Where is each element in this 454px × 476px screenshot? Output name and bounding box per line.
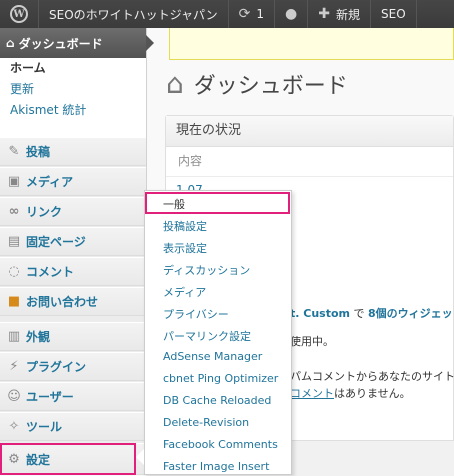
flyout-delete-revision[interactable]: Delete-Revision (163, 416, 249, 429)
menu-settings-label: 設定 (26, 452, 51, 467)
menu-dashboard[interactable]: ⌂ ダッシュボード (0, 28, 154, 58)
submenu-home[interactable]: ホーム (0, 58, 146, 79)
link-icon: ∞ (8, 204, 20, 219)
plugin-icon: ⚡ (9, 359, 19, 374)
theme-usage-text: 使用中。 (290, 335, 334, 348)
media-icon: ▣ (7, 174, 21, 189)
menu-appearance-label: 外観 (26, 330, 51, 344)
flyout-writing[interactable]: 投稿設定 (163, 218, 207, 234)
flyout-adsense-manager[interactable]: AdSense Manager (163, 350, 262, 363)
menu-plugins-label: プラグイン (26, 360, 87, 374)
menu-dashboard-label: ダッシュボード (18, 36, 103, 51)
plus-icon: ✚ (318, 6, 330, 22)
home-icon: ⌂ (6, 36, 15, 50)
menu-links-label: リンク (26, 205, 63, 219)
settings-icon: ⚙ (8, 451, 20, 467)
tools-icon: ✧ (8, 419, 20, 434)
flyout-db-cache[interactable]: DB Cache Reloaded (163, 394, 271, 407)
content-label: 内容 (178, 154, 203, 168)
menu-media[interactable]: ▣ メディア (0, 167, 146, 196)
menu-tools-label: ツール (26, 420, 63, 434)
page-header: ⌂ ダッシュボード (166, 68, 348, 100)
settings-flyout-menu: 一般 投稿設定 表示設定 ディスカッション メディア プライバシー パーマリンク… (144, 190, 292, 475)
submenu-akismet-stats[interactable]: Akismet 統計 (0, 100, 146, 121)
house-icon: ⌂ (166, 67, 184, 100)
general-highlight-box (145, 192, 290, 214)
menu-pages-label: 固定ページ (26, 235, 86, 249)
box-title[interactable]: 現在の状況 (166, 116, 453, 147)
contact-form-icon: ■ (7, 294, 21, 309)
menu-settings[interactable]: ⚙ 設定 (0, 443, 146, 475)
comment-bubble-icon: ● (285, 6, 298, 22)
menu-posts-label: 投稿 (26, 145, 51, 159)
pin-icon: ✎ (8, 144, 20, 159)
wp-logo-button[interactable]: W (0, 0, 39, 28)
flyout-facebook-comments[interactable]: Facebook Comments (163, 438, 278, 451)
menu-comments[interactable]: ◌ コメント (0, 257, 146, 286)
appearance-icon: ▥ (7, 329, 21, 344)
refresh-icon: ⟳ (238, 6, 251, 22)
menu-plugins[interactable]: ⚡ プラグイン (0, 352, 146, 381)
menu-users[interactable]: ☺ ユーザー (0, 382, 146, 411)
seo-menu[interactable]: SEO (371, 0, 417, 28)
menu-pages[interactable]: ▤ 固定ページ (0, 227, 146, 256)
updates-count: 1 (256, 7, 265, 21)
menu-contact-label: お問い合わせ (26, 295, 99, 309)
flyout-reading[interactable]: 表示設定 (163, 240, 207, 256)
divider (166, 176, 453, 177)
new-label: 新規 (335, 7, 360, 22)
flyout-media[interactable]: メディア (163, 284, 206, 300)
flyout-privacy[interactable]: プライバシー (163, 306, 229, 322)
comment-icon: ◌ (8, 264, 20, 279)
akismet-text: パムコメントからあなたのサイト (290, 370, 454, 383)
comments-button[interactable]: ● (275, 0, 309, 28)
submenu-updates[interactable]: 更新 (0, 79, 146, 100)
updates-button[interactable]: ⟳ 1 (229, 0, 276, 28)
menu-posts[interactable]: ✎ 投稿 (0, 137, 146, 166)
menu-contact[interactable]: ■ お問い合わせ (0, 287, 146, 316)
pages-icon: ▤ (7, 234, 21, 249)
new-content-button[interactable]: ✚ 新規 (308, 0, 371, 28)
admin-menu: ⌂ ダッシュボード ホーム 更新 Akismet 統計 ✎ 投稿 ▣ メディア ∞ リ… (0, 28, 154, 475)
flyout-discussion[interactable]: ディスカッション (163, 262, 250, 278)
menu-users-label: ユーザー (26, 390, 74, 404)
menu-links[interactable]: ∞ リンク (0, 197, 146, 226)
flyout-faster-image-insert[interactable]: Faster Image Insert (163, 460, 269, 473)
menu-media-label: メディア (26, 175, 74, 189)
site-name-link[interactable]: SEOのホワイトハットジャパン (39, 0, 229, 28)
theme-line: t. Custom で 8個のウィジェッ (290, 305, 453, 321)
wordpress-logo-icon: W (10, 5, 28, 23)
spam-line: コメントはありません。 (290, 385, 411, 401)
menu-appearance[interactable]: ▥ 外観 (0, 322, 146, 351)
bottom-box (292, 440, 454, 476)
menu-tools[interactable]: ✧ ツール (0, 412, 146, 441)
update-notice (169, 28, 454, 60)
menu-comments-label: コメント (26, 265, 75, 279)
users-icon: ☺ (7, 389, 21, 404)
comments-link[interactable]: コメント (290, 387, 334, 400)
widgets-link[interactable]: 8個のウィジェッ (368, 307, 453, 320)
spam-text: はありません。 (334, 387, 411, 400)
flyout-cbnet-ping[interactable]: cbnet Ping Optimizer (163, 372, 278, 385)
theme-mid-text: で (350, 307, 368, 320)
admin-bar: W SEOのホワイトハットジャパン ⟳ 1 ● ✚ 新規 SEO (0, 0, 454, 28)
flyout-permalinks[interactable]: パーマリンク設定 (163, 328, 251, 344)
flyout-arrow-icon (136, 449, 144, 465)
page-title: ダッシュボード (193, 74, 348, 99)
theme-name-link[interactable]: t. Custom (290, 307, 350, 320)
